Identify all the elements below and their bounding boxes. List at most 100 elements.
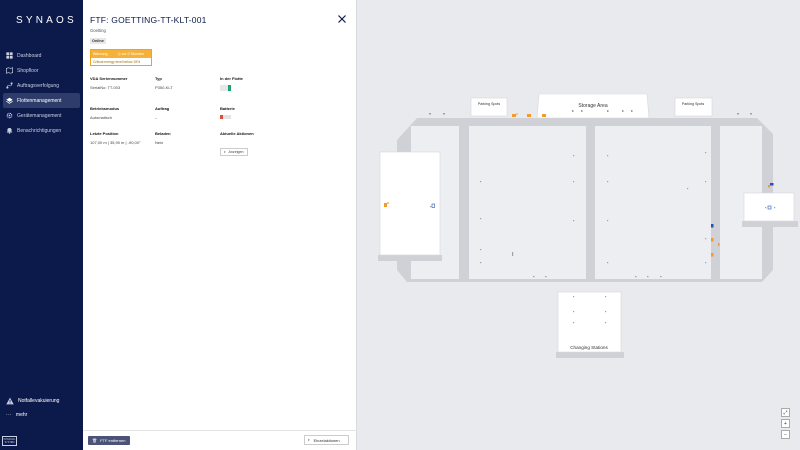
warning-triangle-icon <box>6 397 14 405</box>
footer-badge: INTERNAL SYSTEM <box>2 436 17 446</box>
trash-icon: 🗑 <box>92 438 98 443</box>
zoom-fit-button[interactable]: ⤢ <box>781 408 790 417</box>
brand-logo[interactable]: SYNAOS <box>16 15 77 26</box>
map-canvas[interactable]: Parking Spots Storage Area Parking Spots… <box>357 0 800 450</box>
emergency-label: Notfallevakuierung <box>18 398 60 404</box>
field-label: Beladen <box>155 131 171 136</box>
robot-orange-7 <box>718 243 720 246</box>
robot-orange-dot-2 <box>387 202 389 204</box>
field-order: Auftrag – <box>155 106 169 120</box>
sidebar-nav: Dashboard Shopfloor Auftragsverfolgung F… <box>0 48 83 138</box>
status-badge: Online <box>90 38 106 44</box>
field-mode: Betriebsmodus Automatisch <box>90 106 119 120</box>
charging-station-zone[interactable] <box>557 291 622 353</box>
parking-left-label: Parking Spots <box>478 102 501 106</box>
more-button[interactable]: ··· mehr <box>6 412 27 418</box>
battery-level-bar <box>220 115 231 119</box>
field-label: Betriebsmodus <box>90 106 120 111</box>
panel-divider <box>83 430 357 431</box>
warning-label: Warnung <box>93 52 108 56</box>
field-in-fleet: In der Flotte <box>220 76 243 91</box>
charging-station-label: Changing Stations <box>570 345 608 350</box>
remove-vehicle-button[interactable]: 🗑 FTF entfernen <box>88 436 130 445</box>
field-loaded: Beladen Nein <box>155 131 171 145</box>
sidebar-item-label: Benachrichtigungen <box>17 127 62 134</box>
robot-blue-3 <box>770 183 774 186</box>
parking-left-zone[interactable] <box>470 97 508 117</box>
shopfloor-map[interactable]: Parking Spots Storage Area Parking Spots… <box>357 0 800 450</box>
more-label: mehr <box>15 412 28 418</box>
field-label: VDA Seriennummer <box>90 76 128 81</box>
field-value: – <box>155 115 158 120</box>
inner-block-2 <box>469 126 586 279</box>
parking-right-zone[interactable] <box>674 97 713 117</box>
sidebar-item-device-management[interactable]: Gerätemanagement <box>3 108 80 123</box>
field-value: Automatisch <box>90 115 113 120</box>
sidebar-item-fleet-management[interactable]: Flottenmanagement <box>3 93 80 108</box>
storage-label: Storage Area <box>578 103 607 109</box>
sidebar-item-notifications[interactable]: Benachrichtigungen <box>3 123 80 138</box>
route-icon <box>6 82 13 89</box>
robot-orange-5 <box>711 238 714 242</box>
field-label: Typ <box>155 76 162 81</box>
robot-blue-2 <box>711 224 714 228</box>
right-station <box>743 192 795 222</box>
robot-orange-4 <box>384 203 387 207</box>
warning-header: Warnung ◷ vor 0 Stunden <box>91 50 151 58</box>
sidebar-item-label: Auftragsverfolgung <box>17 82 59 89</box>
robot-orange-8 <box>768 185 770 188</box>
remove-vehicle-label: FTF entfernen <box>100 438 126 443</box>
zoom-out-button[interactable]: − <box>781 430 790 439</box>
field-vda-serial: VDA Seriennummer SerialNo: TT-003 <box>90 76 127 90</box>
field-label: In der Flotte <box>220 76 243 81</box>
field-label: Auftrag <box>155 106 170 111</box>
emergency-evacuation-button[interactable]: Notfallevakuierung <box>6 397 59 405</box>
single-actions-label: Einzelaktionen <box>313 437 340 443</box>
sidebar-item-order-tracking[interactable]: Auftragsverfolgung <box>3 78 80 93</box>
zoom-in-button[interactable]: + <box>781 419 790 428</box>
field-battery: Batterie <box>220 106 235 119</box>
app-root: SYNAOS Dashboard Shopfloor Auftragsverfo… <box>0 0 800 450</box>
field-current-actions: Aktuelle Aktionen ▾ Anzeigen <box>220 131 254 158</box>
close-icon[interactable] <box>336 13 348 25</box>
field-value: Nein <box>155 140 164 145</box>
sidebar-item-dashboard[interactable]: Dashboard <box>3 48 80 63</box>
sidebar-item-shopfloor[interactable]: Shopfloor <box>3 63 80 78</box>
robot-orange-dot <box>516 113 518 115</box>
left-station-shadow <box>378 255 442 261</box>
field-label: Batterie <box>220 106 235 111</box>
field-value: SerialNo: TT-003 <box>90 85 121 90</box>
field-label: Aktuelle Aktionen <box>220 131 254 136</box>
left-station <box>379 151 441 256</box>
sidebar-item-label: Gerätemanagement <box>17 112 62 119</box>
sidebar-item-label: Dashboard <box>17 52 42 59</box>
field-last-position: Letzte Position 107,00 m | 35,90 m | -90… <box>90 131 141 145</box>
charging-station-shadow <box>556 352 624 358</box>
vehicle-detail-panel: FTF: GOETTING-TT-KLT-001 Goetting Online… <box>83 0 357 450</box>
clock-icon: ◷ <box>117 52 121 56</box>
bell-icon <box>6 128 13 134</box>
dashboard-icon <box>6 52 13 59</box>
map-icon <box>6 67 13 74</box>
right-station-shadow <box>742 221 798 227</box>
chevron-down-icon: ▾ <box>308 438 310 442</box>
page-title: FTF: GOETTING-TT-KLT-001 <box>90 15 207 25</box>
warning-message: Critical energy level below 15% <box>93 60 141 64</box>
field-type: Typ P350-KLT <box>155 76 173 90</box>
robot-orange-2 <box>527 114 531 117</box>
sidebar: SYNAOS Dashboard Shopfloor Auftragsverfo… <box>0 0 83 450</box>
warning-notice: Warnung ◷ vor 0 Stunden Critical energy … <box>90 49 152 66</box>
field-value: P350-KLT <box>155 85 173 90</box>
gear-icon <box>6 112 13 119</box>
robot-orange-3 <box>542 114 546 117</box>
show-actions-label: Anzeigen <box>228 150 244 154</box>
fleet-icon <box>6 97 13 104</box>
show-actions-button[interactable]: ▾ Anzeigen <box>220 148 248 156</box>
parking-right-label: Parking Spots <box>682 102 705 106</box>
in-fleet-toggle[interactable] <box>220 85 231 91</box>
single-actions-button[interactable]: ▾ Einzelaktionen <box>304 435 349 445</box>
robot-orange-6 <box>711 253 714 257</box>
warning-time: vor 0 Stunden <box>121 52 144 56</box>
inner-block-3 <box>595 126 711 279</box>
sidebar-item-label: Shopfloor <box>17 67 39 74</box>
